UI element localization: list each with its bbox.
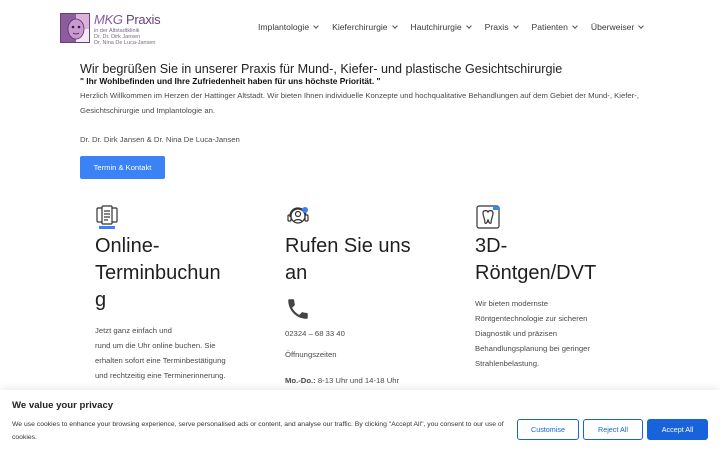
call-us-title: Rufen Sie uns an [285,235,411,284]
doctors-names: Dr. Dr. Dirk Jansen & Dr. Nina De Luca-J… [80,135,240,144]
cookie-text: We use cookies to enhance your browsing … [12,421,504,441]
logo-title: MKG Praxis [94,12,161,27]
main-nav: Implantologie Kieferchirurgie Hautchirur… [258,22,657,32]
logo-doctor-2: Dr. Nina De Luca-Jansen [94,40,156,46]
logo-face-image [60,13,90,43]
online-booking-title: Online- Terminbuchun g [95,235,221,311]
hero-paragraph: Herzlich Willkommen im Herzen der Hattin… [80,91,639,115]
clipboard-checklist-icon [95,204,121,230]
online-booking-text: Jetzt ganz einfach und rund um die Uhr o… [95,326,226,380]
online-booking-section: Online- Terminbuchun g Jetzt ganz einfac… [95,204,265,383]
customise-button[interactable]: Customise [517,419,579,440]
xray-text: Wir bieten modernste Röntgentechnologie … [475,299,590,368]
xray-title: 3D- Röntgen/DVT [475,235,597,284]
reject-all-button[interactable]: Reject All [583,419,643,440]
chevron-down-icon [465,23,472,29]
call-us-section: Rufen Sie uns an 02324 – 68 33 40 Öffnun… [285,204,465,388]
cookie-consent-banner: We value your privacy We use cookies to … [0,390,720,450]
chevron-down-icon [572,23,578,29]
nav-item-implantologie[interactable]: Implantologie [258,22,319,32]
phone-icon [285,296,311,322]
nav-item-kieferchirurgie[interactable]: Kieferchirurgie [332,22,398,32]
hero-quote: " Ihr Wohlbefinden und Ihre Zufriedenhei… [80,76,381,86]
chevron-down-icon [313,23,319,29]
nav-item-praxis[interactable]: Praxis [485,22,519,32]
phone-number[interactable]: 02324 – 68 33 40 [285,326,465,341]
xray-section: 3D- Röntgen/DVT Wir bieten modernste Rön… [475,204,645,371]
page-title: Wir begrüßen Sie in unserer Praxis für M… [80,62,563,76]
opening-hours-label: Öffnungszeiten [285,350,337,359]
tooth-3d-icon [475,204,501,230]
headset-support-icon [285,204,311,230]
chevron-down-icon [512,23,519,29]
site-logo[interactable]: MKG Praxis in der Altstadtklinik Dr. Dr.… [60,12,162,46]
nav-item-hautchirurgie[interactable]: Hautchirurgie [411,22,472,32]
nav-item-patienten[interactable]: Patienten [532,22,578,32]
accept-all-button[interactable]: Accept All [647,419,708,440]
chevron-down-icon [638,23,645,29]
termin-kontakt-button[interactable]: Termin & Kontakt [80,156,165,179]
site-header: MKG Praxis in der Altstadtklinik Dr. Dr.… [0,0,720,56]
chevron-down-icon [391,23,398,29]
cookie-title: We value your privacy [12,400,114,411]
nav-item-ueberweiser[interactable]: Überweiser [591,22,645,32]
opening-hours-row: Mo.-Do.: 8-13 Uhr und 14-18 Uhr [285,376,400,385]
